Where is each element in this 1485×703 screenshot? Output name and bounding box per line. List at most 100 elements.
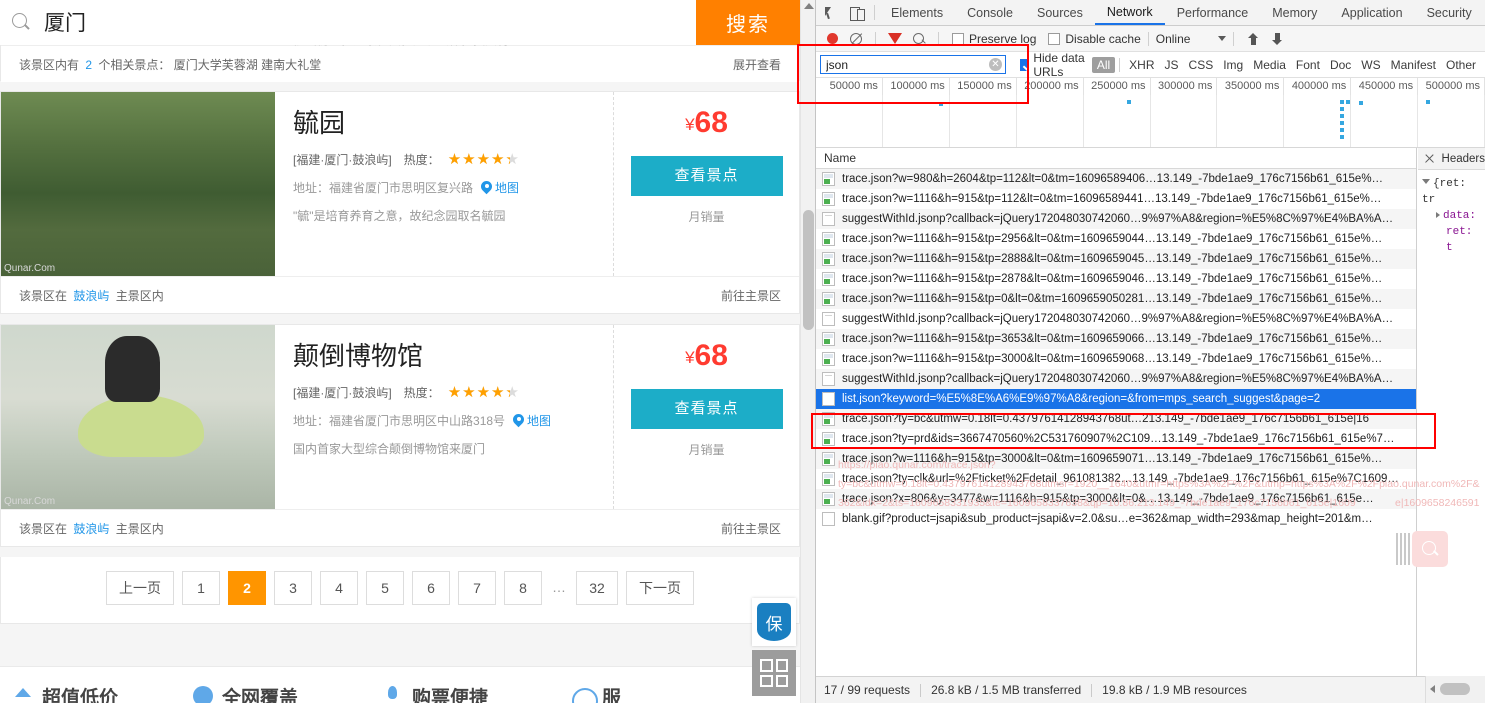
horizontal-scrollbar[interactable] — [1425, 676, 1485, 703]
request-row[interactable]: trace.json?w=1116&h=915&tp=112&lt=0&tm=1… — [816, 189, 1416, 209]
type-filter-all[interactable]: All — [1091, 56, 1116, 73]
type-filter-doc[interactable]: Doc — [1325, 58, 1356, 72]
scenic-name[interactable]: 鼓浪屿 — [70, 522, 112, 536]
pagination-page-6[interactable]: 6 — [412, 571, 450, 605]
network-request-list[interactable]: Name trace.json?w=980&h=2604&tp=112&lt=0… — [816, 148, 1417, 676]
tab-sources[interactable]: Sources — [1025, 0, 1095, 25]
map-link[interactable]: 地图 — [527, 412, 551, 429]
tab-console[interactable]: Console — [955, 0, 1025, 25]
pagination-page-2[interactable]: 2 — [228, 571, 266, 605]
pagination-page-4[interactable]: 4 — [320, 571, 358, 605]
search-box[interactable] — [0, 0, 696, 45]
result-thumbnail[interactable]: Qunar.Com — [1, 92, 275, 276]
request-row[interactable]: trace.json?w=1116&h=915&tp=0&lt=0&tm=160… — [816, 289, 1416, 309]
tab-network[interactable]: Network — [1094, 0, 1165, 25]
tab-memory[interactable]: Memory — [1260, 0, 1329, 25]
pagination-page-8[interactable]: 8 — [504, 571, 542, 605]
preserve-log-checkbox[interactable]: Preserve log — [952, 32, 1036, 46]
request-row[interactable]: trace.json?ty=prd&ids=3667470560%2C53176… — [816, 429, 1416, 449]
pagination-prev[interactable]: 上一页 — [106, 571, 174, 605]
clear-button[interactable] — [844, 27, 868, 51]
search-input[interactable] — [44, 10, 644, 34]
detail-tab-headers[interactable]: Headers — [1442, 153, 1485, 165]
related-spot-names[interactable]: 厦门大学芙蓉湖 建南大礼堂 — [174, 58, 321, 72]
request-row[interactable]: trace.json?w=1116&h=915&tp=2956&lt=0&tm=… — [816, 229, 1416, 249]
request-row[interactable]: suggestWithId.jsonp?callback=jQuery17204… — [816, 369, 1416, 389]
search-icon — [913, 32, 925, 45]
overview-tick: 50000 ms — [816, 78, 883, 95]
result-title[interactable]: 毓园 — [293, 106, 595, 140]
page-scrollbar-thumb[interactable] — [803, 210, 814, 330]
close-icon[interactable] — [1424, 153, 1432, 164]
goto-scenic-link[interactable]: 前往主景区 — [721, 287, 781, 304]
inspect-element-button[interactable] — [816, 0, 843, 25]
result-title[interactable]: 颠倒博物馆 — [293, 339, 595, 373]
related-count: 2 — [85, 57, 93, 72]
json-key-ret: ret: t — [1446, 226, 1473, 254]
scroll-left-arrow-icon[interactable] — [1430, 685, 1435, 693]
search-button[interactable]: 搜索 — [696, 0, 800, 45]
filter-button[interactable] — [883, 27, 907, 51]
type-filter-js[interactable]: JS — [1160, 58, 1184, 72]
pagination-page-3[interactable]: 3 — [274, 571, 312, 605]
pagination-page-5[interactable]: 5 — [366, 571, 404, 605]
tab-performance[interactable]: Performance — [1165, 0, 1261, 25]
device-toolbar-button[interactable] — [843, 0, 870, 25]
list-column-header[interactable]: Name — [816, 148, 1416, 169]
request-row[interactable]: trace.json?w=1116&h=915&tp=2888&lt=0&tm=… — [816, 249, 1416, 269]
json-line[interactable]: data: — [1422, 208, 1481, 224]
rating-stars-filled: ★★★★★ — [447, 151, 510, 168]
network-overview-timeline[interactable]: 50000 ms 100000 ms 150000 ms 200000 ms 2… — [816, 78, 1485, 148]
export-har-button[interactable] — [1265, 27, 1289, 51]
request-row[interactable]: trace.json?w=1116&h=915&tp=3000&lt=0&tm=… — [816, 349, 1416, 369]
horizontal-scrollbar-thumb[interactable] — [1440, 683, 1470, 695]
pagination-next[interactable]: 下一页 — [626, 571, 694, 605]
request-row[interactable]: trace.json?w=980&h=2604&tp=112&lt=0&tm=1… — [816, 169, 1416, 189]
import-har-button[interactable] — [1241, 27, 1265, 51]
request-row[interactable]: blank.gif?product=jsapi&sub_product=jsap… — [816, 509, 1416, 529]
disable-cache-checkbox[interactable]: Disable cache — [1048, 32, 1141, 46]
type-filter-manifest[interactable]: Manifest — [1386, 58, 1441, 72]
result-side: ¥68 查看景点 月销量 — [614, 92, 799, 276]
tab-elements[interactable]: Elements — [879, 0, 955, 25]
expand-link[interactable]: 展开查看 — [733, 56, 781, 73]
view-attraction-button[interactable]: 查看景点 — [630, 156, 783, 196]
search-button[interactable] — [907, 27, 931, 51]
scroll-up-arrow-icon[interactable] — [804, 3, 814, 9]
request-row-selected[interactable]: list.json?keyword=%E5%8E%A6%E9%97%A8&reg… — [816, 389, 1416, 409]
type-filter-xhr[interactable]: XHR — [1124, 58, 1159, 72]
scenic-name[interactable]: 鼓浪屿 — [70, 289, 112, 303]
result-card[interactable]: Qunar.Com 颠倒博物馆 [福建·厦门·鼓浪屿] 热度： ★★★★★ ★★★… — [0, 324, 800, 547]
page-scrollbar[interactable] — [800, 0, 815, 703]
type-filter-media[interactable]: Media — [1248, 58, 1291, 72]
record-button[interactable] — [820, 27, 844, 51]
hide-data-urls-checkbox[interactable]: Hide data URLs — [1020, 51, 1087, 79]
request-row[interactable]: trace.json?ty=bc&utmw=0.18lt=0.437976141… — [816, 409, 1416, 429]
request-row[interactable]: trace.json?w=1116&h=915&tp=3653&lt=0&tm=… — [816, 329, 1416, 349]
map-link[interactable]: 地图 — [495, 179, 519, 196]
type-filter-ws[interactable]: WS — [1356, 58, 1385, 72]
type-filter-other[interactable]: Other — [1441, 58, 1481, 72]
security-guarantee-widget[interactable]: 保 — [752, 598, 796, 646]
tab-security[interactable]: Security — [1415, 0, 1484, 25]
qr-code-widget[interactable] — [752, 650, 796, 696]
type-filter-font[interactable]: Font — [1291, 58, 1325, 72]
type-filter-css[interactable]: CSS — [1184, 58, 1219, 72]
type-filter-img[interactable]: Img — [1218, 58, 1248, 72]
request-row[interactable]: suggestWithId.jsonp?callback=jQuery17204… — [816, 209, 1416, 229]
tab-application[interactable]: Application — [1329, 0, 1414, 25]
floating-search-button[interactable] — [1412, 531, 1448, 567]
json-line[interactable]: {ret: tr — [1422, 176, 1481, 208]
pagination-page-7[interactable]: 7 — [458, 571, 496, 605]
result-thumbnail[interactable]: Qunar.Com — [1, 325, 275, 509]
goto-scenic-link[interactable]: 前往主景区 — [721, 520, 781, 537]
request-row[interactable]: suggestWithId.jsonp?callback=jQuery17204… — [816, 309, 1416, 329]
pagination-page-last[interactable]: 32 — [576, 571, 618, 605]
request-row[interactable]: trace.json?w=1116&h=915&tp=2878&lt=0&tm=… — [816, 269, 1416, 289]
result-card[interactable]: Qunar.Com 毓园 [福建·厦门·鼓浪屿] 热度： ★★★★★★★★★★ … — [0, 91, 800, 314]
pagination-page-1[interactable]: 1 — [182, 571, 220, 605]
throttling-select[interactable]: Online — [1156, 32, 1227, 46]
filter-input[interactable] — [820, 55, 1006, 74]
clear-filter-icon[interactable]: ✕ — [989, 58, 1002, 71]
view-attraction-button[interactable]: 查看景点 — [630, 389, 783, 429]
